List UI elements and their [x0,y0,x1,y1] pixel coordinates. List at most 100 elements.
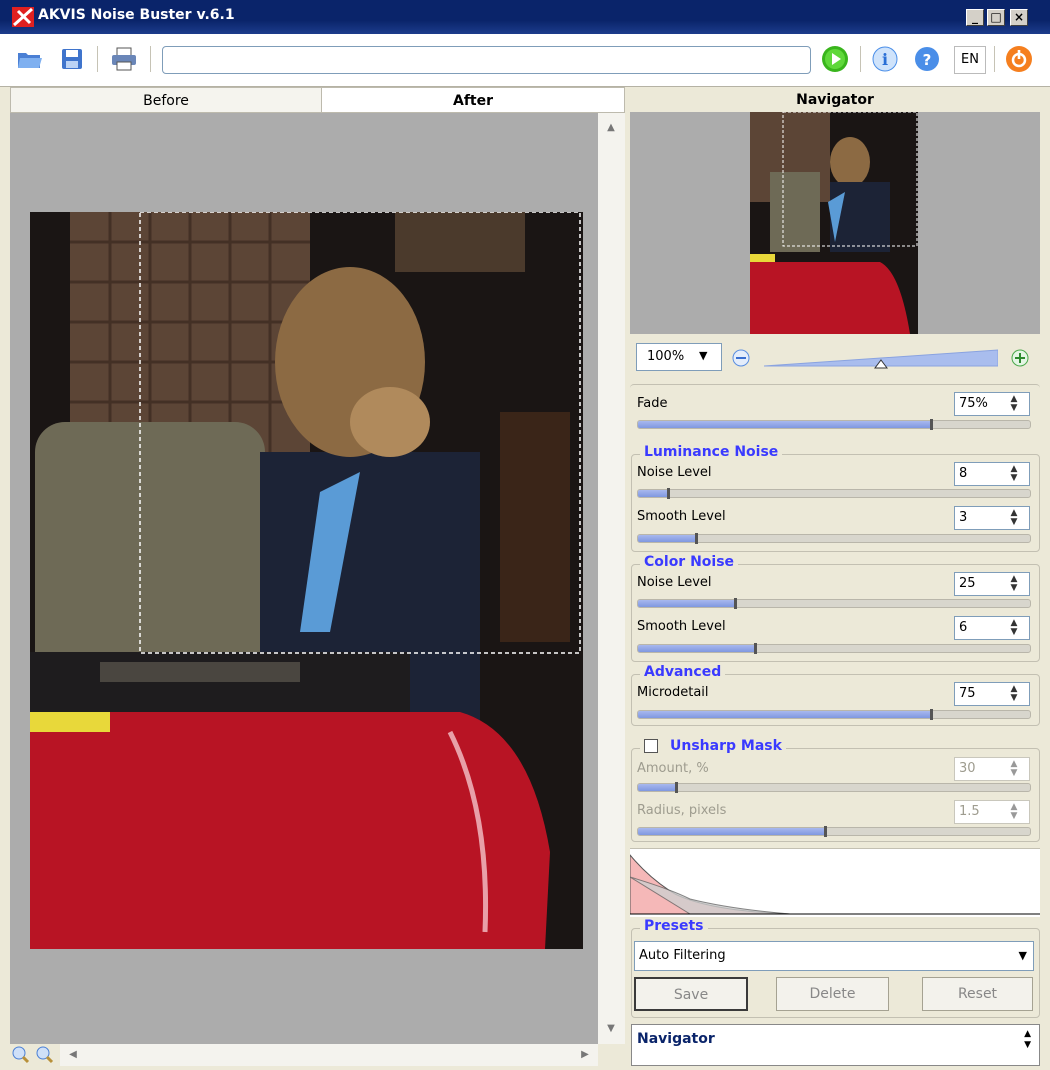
fade-spinner[interactable]: 75% ▲ ▼ [954,392,1030,416]
horizontal-scrollbar[interactable]: ◀ ▶ [60,1044,598,1066]
zoom-out-button[interactable] [731,348,751,368]
spinner-arrows-icon[interactable]: ▲ ▼ [1003,760,1025,778]
toolbar-separator [860,46,861,72]
color-noise-level-value: 25 [959,576,976,591]
luminance-noise-level-slider[interactable] [637,488,1031,499]
language-button[interactable]: EN [954,46,986,74]
amount-label: Amount, % [637,761,709,776]
slider-fill [638,490,670,497]
luminance-smooth-level-spinner[interactable]: 3 ▲ ▼ [954,506,1030,530]
help-button[interactable]: ? [913,45,941,73]
scroll-up-icon[interactable]: ▲ [602,119,620,137]
unsharp-mask-checkbox[interactable] [644,739,658,753]
zoom-actual-icon[interactable] [36,1046,54,1064]
folder-open-icon [18,53,42,68]
photo-preview [30,212,583,949]
maximize-button[interactable]: □ [987,9,1005,26]
color-noise-level-slider[interactable] [637,598,1031,609]
slider-thumb[interactable] [667,488,671,499]
unsharp-mask-header: Unsharp Mask [640,738,786,754]
save-file-button[interactable] [58,45,86,73]
panel-selector[interactable]: Navigator ▲ ▼ [631,1024,1040,1066]
spinner-arrows-icon[interactable]: ▲ ▼ [1003,465,1025,483]
luminance-noise-level-value: 8 [959,466,968,481]
scroll-down-icon[interactable]: ▼ [602,1020,620,1038]
slider-thumb[interactable] [694,533,698,544]
open-file-button[interactable] [16,45,44,73]
info-icon: i [872,46,898,72]
color-noise-title: Color Noise [640,554,739,570]
luminance-noise-level-spinner[interactable]: 8 ▲ ▼ [954,462,1030,486]
info-button[interactable]: i [871,45,899,73]
preset-save-button[interactable]: Save [634,977,748,1011]
spinner-arrows-icon[interactable]: ▲ ▼ [1003,509,1025,527]
slider-thumb[interactable] [753,643,757,654]
preset-delete-button[interactable]: Delete [776,977,889,1011]
spinner-arrows-icon[interactable]: ▲ ▼ [1003,685,1025,703]
spinner-arrows-icon[interactable]: ▲ ▼ [1003,619,1025,637]
luminance-smooth-level-label: Smooth Level [637,509,726,524]
luminance-noise-level-label: Noise Level [637,465,712,480]
preset-reset-button[interactable]: Reset [922,977,1033,1011]
chevron-down-icon: ▼ [699,349,708,362]
amount-slider[interactable] [637,782,1031,793]
run-button[interactable] [821,45,849,73]
slider-thumb[interactable] [675,782,679,793]
presets-title: Presets [640,918,708,934]
app-logo-icon [12,7,34,27]
close-button[interactable]: × [1010,9,1028,26]
radius-slider[interactable] [637,826,1031,837]
unsharp-mask-title: Unsharp Mask [670,738,782,754]
color-smooth-level-value: 6 [959,620,968,635]
power-icon [1006,46,1032,72]
microdetail-spinner[interactable]: 75 ▲ ▼ [954,682,1030,706]
slider-thumb[interactable] [930,709,933,720]
slider-fill [638,600,736,607]
noise-curve-panel [629,848,1040,917]
fade-label: Fade [637,396,668,411]
zoom-out-icon [732,349,750,367]
fade-slider-fill [638,421,932,428]
scroll-right-icon[interactable]: ▶ [576,1046,594,1064]
luminance-noise-title: Luminance Noise [640,444,783,460]
toolbar-separator [150,46,151,72]
zoom-fit-icon[interactable] [12,1046,30,1064]
color-smooth-level-slider[interactable] [637,643,1031,654]
amount-spinner[interactable]: 30 ▲ ▼ [954,757,1030,781]
presets-selected: Auto Filtering [639,948,726,963]
navigator-title: Navigator [796,92,874,108]
presets-select[interactable]: Auto Filtering ▼ [634,941,1034,971]
scroll-left-icon[interactable]: ◀ [64,1046,82,1064]
spinner-arrows-icon[interactable]: ▲ ▼ [1003,575,1025,593]
microdetail-slider[interactable] [637,709,1031,720]
tab-after[interactable]: After [321,87,625,113]
radius-spinner[interactable]: 1.5 ▲ ▼ [954,800,1030,824]
zoom-in-button[interactable] [1010,348,1030,368]
color-smooth-level-label: Smooth Level [637,619,726,634]
spinner-arrows-icon[interactable]: ▲ ▼ [1003,803,1025,821]
fade-value: 75% [959,396,988,411]
minimize-button[interactable]: _ [966,9,984,26]
luminance-smooth-level-slider[interactable] [637,533,1031,544]
microdetail-value: 75 [959,686,976,701]
power-button[interactable] [1005,45,1033,73]
tab-before[interactable]: Before [10,87,322,113]
slider-thumb[interactable] [824,826,828,837]
color-smooth-level-spinner[interactable]: 6 ▲ ▼ [954,616,1030,640]
zoom-slider[interactable] [764,346,998,370]
vertical-scrollbar[interactable]: ▲ ▼ [598,113,625,1044]
spinner-arrows-icon[interactable]: ▲ ▼ [1024,1029,1031,1051]
fade-slider[interactable] [637,419,1031,430]
panel-selector-label: Navigator [637,1031,715,1047]
print-button[interactable] [110,45,138,73]
navigator-preview[interactable] [630,112,1040,334]
color-noise-level-spinner[interactable]: 25 ▲ ▼ [954,572,1030,596]
slider-thumb[interactable] [930,419,933,430]
toolbar-separator [994,46,995,72]
radius-label: Radius, pixels [637,803,727,818]
slider-thumb[interactable] [734,598,737,609]
radius-value: 1.5 [959,804,980,819]
zoom-select[interactable]: 100% ▼ [636,343,722,371]
slider-fill [638,645,756,652]
spinner-arrows-icon[interactable]: ▲ ▼ [1003,395,1025,413]
